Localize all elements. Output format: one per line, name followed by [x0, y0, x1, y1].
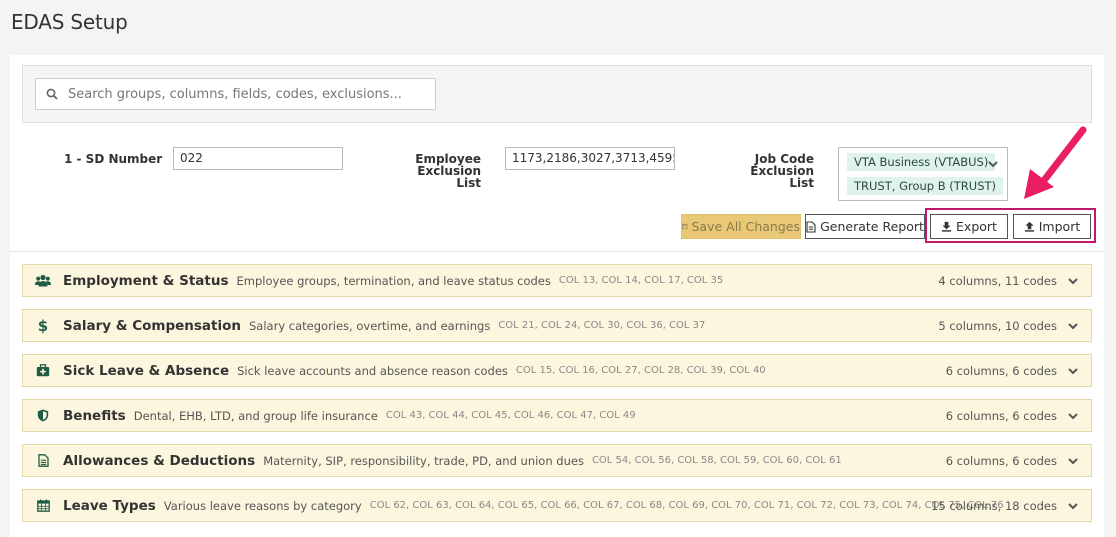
report-icon	[806, 220, 816, 233]
document-icon	[34, 454, 52, 467]
group-benefits[interactable]: Benefits Dental, EHB, LTD, and group lif…	[22, 399, 1092, 432]
job-code-exclusion-select[interactable]: VTA Business (VTABUS) TRUST, Group B (TR…	[838, 147, 1008, 201]
employee-exclusion-label-line1: Employee Exclusion	[415, 152, 481, 178]
group-description: Sick leave accounts and absence reason c…	[237, 363, 508, 378]
group-columns: COL 15, COL 16, COL 27, COL 28, COL 39, …	[515, 365, 766, 376]
group-title: Employment & Status	[63, 272, 229, 289]
group-columns: COL 21, COL 24, COL 30, COL 36, COL 37	[498, 320, 706, 331]
group-title: Benefits	[63, 407, 126, 424]
group-description: Various leave reasons by category	[163, 498, 362, 513]
group-count: 5 columns, 10 codes	[938, 318, 1057, 333]
page-title: EDAS Setup	[11, 10, 128, 34]
job-code-exclusion-label: Job Code Exclusion List	[696, 153, 814, 189]
group-sick-leave-absence[interactable]: Sick Leave & Absence Sick leave accounts…	[22, 354, 1092, 387]
group-columns: COL 62, COL 63, COL 64, COL 65, COL 66, …	[369, 500, 1004, 511]
group-title: Salary & Compensation	[63, 317, 241, 334]
shield-icon	[34, 409, 52, 422]
employee-exclusion-input[interactable]: 1173,2186,3027,3713,4595,4	[505, 147, 675, 170]
setup-card: 1 - SD Number 022 Employee Exclusion Lis…	[10, 55, 1104, 537]
group-leave-types[interactable]: Leave Types Various leave reasons by cat…	[22, 489, 1092, 522]
group-columns: COL 43, COL 44, COL 45, COL 46, COL 47, …	[385, 410, 636, 421]
job-code-tag[interactable]: VTA Business (VTABUS)	[847, 153, 996, 171]
dollar-icon: $	[37, 316, 49, 335]
sd-number-label: 1 - SD Number	[64, 152, 163, 166]
chevron-down-icon[interactable]	[1067, 320, 1079, 332]
group-columns: COL 13, COL 14, COL 17, COL 35	[558, 275, 724, 286]
chevron-down-icon[interactable]	[1067, 500, 1079, 512]
save-all-changes-label: Save All Changes	[691, 219, 801, 234]
job-code-tag[interactable]: TRUST, Group B (TRUST)	[847, 177, 1004, 195]
users-icon	[34, 274, 52, 287]
search-area	[22, 65, 1092, 123]
save-icon	[682, 223, 688, 230]
group-salary-compensation[interactable]: $ Salary & Compensation Salary categorie…	[22, 309, 1092, 342]
group-columns: COL 54, COL 56, COL 58, COL 59, COL 60, …	[591, 455, 842, 466]
calendar-icon	[34, 499, 52, 512]
job-code-exclusion-label-line1: Job Code Exclusion	[750, 152, 814, 178]
generate-report-button[interactable]: Generate Report	[805, 214, 925, 239]
chevron-down-icon[interactable]	[1067, 410, 1079, 422]
group-description: Salary categories, overtime, and earning…	[249, 318, 491, 333]
job-code-exclusion-label-line2: List	[789, 176, 814, 190]
group-description: Dental, EHB, LTD, and group life insuran…	[133, 408, 378, 423]
search-input[interactable]	[68, 80, 428, 108]
search-box[interactable]	[35, 78, 436, 110]
group-allowances-deductions[interactable]: Allowances & Deductions Maternity, SIP, …	[22, 444, 1092, 477]
group-count: 4 columns, 11 codes	[938, 273, 1057, 288]
generate-report-label: Generate Report	[820, 219, 924, 234]
group-title: Sick Leave & Absence	[63, 362, 230, 379]
chevron-down-icon[interactable]	[1067, 365, 1079, 377]
divider	[10, 251, 1104, 252]
group-count: 6 columns, 6 codes	[945, 453, 1057, 468]
group-title: Leave Types	[63, 497, 156, 514]
group-title: Allowances & Deductions	[63, 452, 256, 469]
medkit-icon	[34, 364, 52, 377]
save-all-changes-button[interactable]: Save All Changes	[681, 214, 801, 239]
group-count: 6 columns, 6 codes	[945, 363, 1057, 378]
group-count: 6 columns, 6 codes	[945, 408, 1057, 423]
chevron-down-icon[interactable]	[987, 158, 999, 170]
group-employment-status[interactable]: Employment & Status Employee groups, ter…	[22, 264, 1092, 297]
chevron-down-icon[interactable]	[1067, 455, 1079, 467]
employee-exclusion-label-line2: List	[456, 176, 481, 190]
search-icon	[46, 88, 58, 100]
group-description: Maternity, SIP, responsibility, trade, P…	[263, 453, 584, 468]
chevron-down-icon[interactable]	[1067, 275, 1079, 287]
sd-number-input[interactable]: 022	[173, 147, 343, 170]
employee-exclusion-label: Employee Exclusion List	[360, 153, 481, 189]
group-count: 15 columns, 18 codes	[931, 498, 1057, 513]
export-import-highlight	[925, 208, 1096, 243]
group-description: Employee groups, termination, and leave …	[236, 273, 551, 288]
